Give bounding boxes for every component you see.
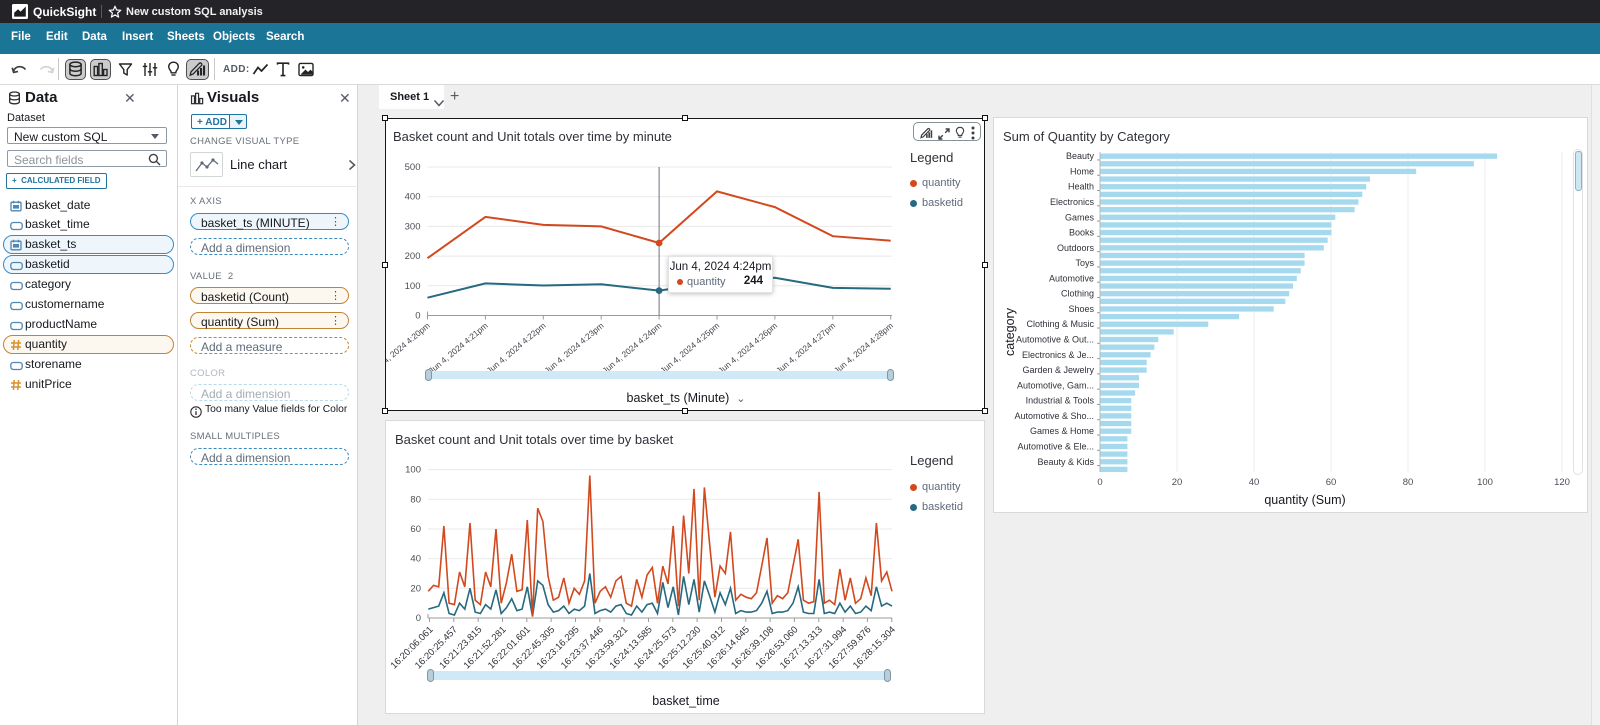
svg-text:Jun 4, 2024 4:24pm: Jun 4, 2024 4:24pm xyxy=(600,320,663,375)
svg-text:0: 0 xyxy=(416,613,421,624)
svg-text:Jun 4, 2024 4:20pm: Jun 4, 2024 4:20pm xyxy=(386,320,432,375)
svg-text:100: 100 xyxy=(1477,477,1493,488)
svg-text:80: 80 xyxy=(410,494,421,505)
svg-text:200: 200 xyxy=(405,251,421,262)
svg-text:Jun 4, 2024 4:21pm: Jun 4, 2024 4:21pm xyxy=(427,320,490,375)
svg-text:120: 120 xyxy=(1554,477,1570,488)
svg-text:Health: Health xyxy=(1068,182,1094,192)
svg-text:Books: Books xyxy=(1069,228,1095,238)
svg-text:Electronics & Je...: Electronics & Je... xyxy=(1022,350,1094,360)
svg-text:Garden & Jewelry: Garden & Jewelry xyxy=(1022,365,1094,375)
svg-text:Automotive & Sho...: Automotive & Sho... xyxy=(1014,411,1094,421)
svg-text:80: 80 xyxy=(1403,477,1414,488)
svg-text:400: 400 xyxy=(405,192,421,203)
svg-text:100: 100 xyxy=(405,465,421,476)
svg-text:100: 100 xyxy=(405,281,421,292)
svg-text:Beauty: Beauty xyxy=(1066,151,1095,161)
svg-text:Automotive & Out...: Automotive & Out... xyxy=(1016,335,1094,345)
svg-text:Clothing & Music: Clothing & Music xyxy=(1026,319,1094,329)
svg-text:Shoes: Shoes xyxy=(1068,304,1094,314)
svg-text:Automotive, Gam...: Automotive, Gam... xyxy=(1017,380,1094,390)
svg-text:Home: Home xyxy=(1070,166,1094,176)
svg-text:40: 40 xyxy=(1249,477,1260,488)
svg-text:Jun 4, 2024 4:22pm: Jun 4, 2024 4:22pm xyxy=(484,320,547,375)
svg-text:60: 60 xyxy=(1326,477,1337,488)
svg-text:Beauty & Kids: Beauty & Kids xyxy=(1037,457,1094,467)
svg-text:Outdoors: Outdoors xyxy=(1057,243,1095,253)
svg-text:0: 0 xyxy=(415,311,420,322)
svg-text:0: 0 xyxy=(1097,477,1102,488)
svg-text:20: 20 xyxy=(410,583,421,594)
svg-text:Jun 4, 2024 4:25pm: Jun 4, 2024 4:25pm xyxy=(658,320,721,375)
svg-text:Jun 4, 2024 4:26pm: Jun 4, 2024 4:26pm xyxy=(716,320,779,375)
svg-text:40: 40 xyxy=(410,554,421,565)
svg-text:Electronics: Electronics xyxy=(1050,197,1095,207)
svg-text:Clothing: Clothing xyxy=(1061,289,1094,299)
svg-text:Games: Games xyxy=(1065,212,1095,222)
svg-text:Jun 4, 2024 4:28pm: Jun 4, 2024 4:28pm xyxy=(832,320,895,375)
svg-text:Jun 4, 2024 4:27pm: Jun 4, 2024 4:27pm xyxy=(774,320,837,375)
svg-text:20: 20 xyxy=(1172,477,1183,488)
svg-text:60: 60 xyxy=(410,524,421,535)
svg-text:500: 500 xyxy=(405,162,421,173)
svg-text:Games & Home: Games & Home xyxy=(1030,426,1094,436)
svg-text:Industrial & Tools: Industrial & Tools xyxy=(1026,396,1095,406)
svg-text:Toys: Toys xyxy=(1075,258,1094,268)
svg-text:Jun 4, 2024 4:23pm: Jun 4, 2024 4:23pm xyxy=(542,320,605,375)
svg-text:Automotive: Automotive xyxy=(1049,273,1094,283)
svg-text:300: 300 xyxy=(405,221,421,232)
svg-text:Automotive & Ele...: Automotive & Ele... xyxy=(1017,441,1094,451)
